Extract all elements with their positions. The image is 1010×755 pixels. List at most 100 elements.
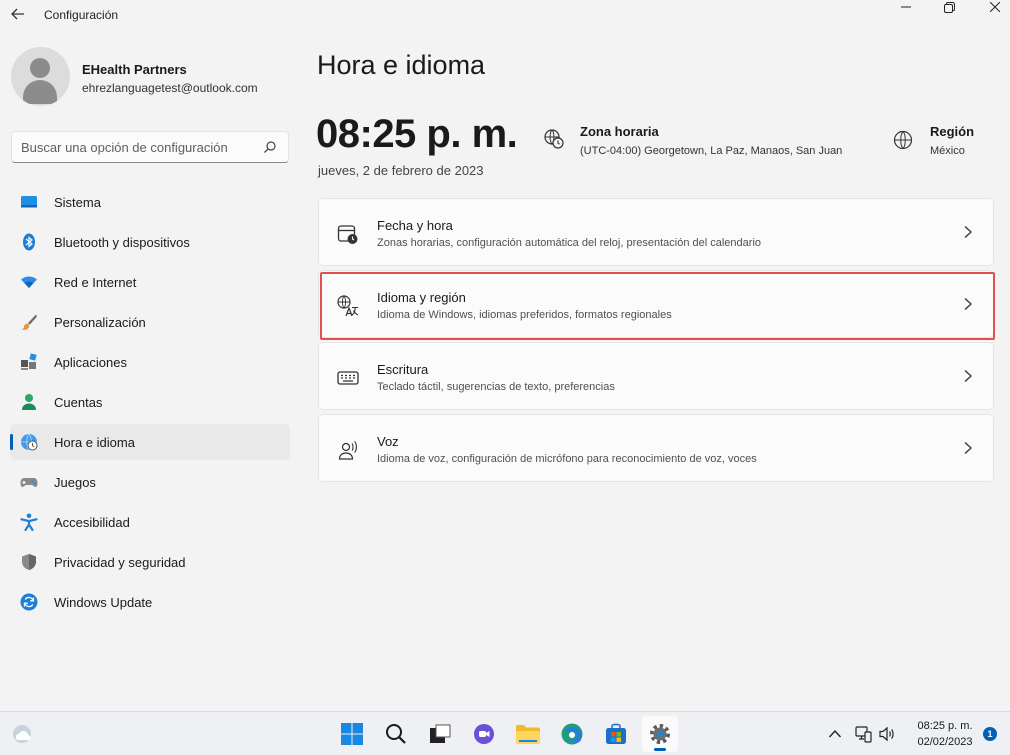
sidebar-item-label: Accesibilidad (54, 514, 130, 530)
close-button[interactable] (972, 0, 1010, 14)
sidebar-item-label: Windows Update (54, 594, 153, 610)
language-icon (337, 295, 359, 317)
task-view-button[interactable] (422, 716, 458, 752)
settings-taskbar-button[interactable] (642, 716, 678, 752)
network-button[interactable] (854, 725, 872, 743)
card-idioma-region[interactable]: Idioma y región Idioma de Windows, idiom… (318, 270, 994, 338)
store-icon (606, 723, 626, 744)
restore-icon (943, 1, 955, 13)
timezone-value: (UTC-04:00) Georgetown, La Paz, Manaos, … (580, 145, 843, 157)
back-arrow-icon (11, 8, 24, 20)
card-escritura[interactable]: Escritura Teclado táctil, sugerencias de… (318, 342, 994, 410)
globe-clock-icon (544, 129, 564, 149)
region-value: México (930, 145, 965, 157)
wifi-icon (21, 276, 37, 288)
profile-name: EHealth Partners (82, 62, 187, 77)
card-title: Fecha y hora (377, 218, 453, 233)
chevron-right-icon (964, 298, 972, 310)
card-title: Voz (377, 434, 399, 449)
taskbar-date[interactable]: 02/02/2023 (908, 736, 982, 748)
current-time: 08:25 p. m. (316, 112, 518, 156)
brush-icon (21, 314, 37, 330)
search-icon (386, 724, 406, 744)
gear-icon (650, 724, 670, 744)
sidebar-item-aplicaciones[interactable]: Aplicaciones (10, 344, 290, 380)
search-box[interactable] (11, 131, 289, 163)
sidebar-item-label: Red e Internet (54, 274, 137, 290)
region-title: Región (930, 124, 975, 139)
minimize-button[interactable] (883, 0, 929, 14)
back-button[interactable] (6, 2, 30, 26)
sidebar-item-juegos[interactable]: Juegos (10, 464, 290, 500)
accessibility-icon (20, 513, 38, 531)
card-fecha-hora[interactable]: Fecha y hora Zonas horarias, configuraci… (318, 198, 994, 266)
sidebar-item-personalizacion[interactable]: Personalización (10, 304, 290, 340)
sidebar-item-bluetooth[interactable]: Bluetooth y dispositivos (10, 224, 290, 260)
store-button[interactable] (598, 716, 634, 752)
time-language-icon (21, 433, 38, 451)
sidebar-nav: Sistema Bluetooth y dispositivos Red e I… (10, 184, 290, 624)
shield-icon (22, 554, 36, 570)
sidebar-item-label: Juegos (54, 474, 96, 490)
file-explorer-button[interactable] (510, 716, 546, 752)
current-date: jueves, 2 de febrero de 2023 (318, 163, 484, 178)
chat-button[interactable] (466, 716, 502, 752)
sidebar-item-windows-update[interactable]: Windows Update (10, 584, 290, 620)
sidebar-item-hora-idioma[interactable]: Hora e idioma (10, 424, 290, 460)
accounts-icon (22, 394, 36, 410)
volume-icon (879, 726, 894, 742)
taskbar-time[interactable]: 08:25 p. m. (908, 720, 982, 732)
windows-logo-icon (341, 723, 363, 745)
card-subtitle: Idioma de Windows, idiomas preferidos, f… (377, 309, 672, 321)
sidebar-item-accesibilidad[interactable]: Accesibilidad (10, 504, 290, 540)
task-view-icon (430, 724, 451, 743)
sidebar-item-label: Sistema (54, 194, 101, 210)
sidebar-item-sistema[interactable]: Sistema (10, 184, 290, 220)
restore-button[interactable] (926, 0, 972, 14)
search-icon[interactable] (263, 140, 277, 154)
sidebar-item-label: Privacidad y seguridad (54, 554, 186, 570)
folder-icon (516, 725, 540, 744)
weather-button[interactable] (4, 716, 40, 752)
gamepad-icon (20, 478, 38, 487)
profile-email: ehrezlanguagetest@outlook.com (82, 81, 258, 95)
sidebar-item-privacidad[interactable]: Privacidad y seguridad (10, 544, 290, 580)
calendar-clock-icon (337, 225, 358, 244)
avatar[interactable] (11, 47, 70, 106)
card-subtitle: Idioma de voz, configuración de micrófon… (377, 453, 757, 465)
title-bar: Configuración (0, 0, 1010, 30)
chevron-right-icon (964, 370, 972, 382)
system-icon (21, 196, 37, 208)
weather-icon (13, 725, 31, 743)
card-voz[interactable]: Voz Idioma de voz, configuración de micr… (318, 414, 994, 482)
edge-button[interactable] (554, 716, 590, 752)
close-icon (990, 2, 1000, 12)
taskbar: 08:25 p. m. 02/02/2023 1 (0, 711, 1010, 755)
sidebar-item-label: Hora e idioma (54, 434, 135, 450)
search-input[interactable] (21, 138, 251, 156)
avatar-head (30, 58, 50, 78)
keyboard-icon (337, 371, 359, 385)
sidebar-item-red[interactable]: Red e Internet (10, 264, 290, 300)
globe-icon (893, 130, 913, 150)
sidebar-item-label: Cuentas (54, 394, 103, 410)
show-hidden-icons-button[interactable] (826, 725, 844, 743)
card-subtitle: Teclado táctil, sugerencias de texto, pr… (377, 381, 615, 393)
start-button[interactable] (334, 716, 370, 752)
chevron-right-icon (964, 226, 972, 238)
bluetooth-icon (23, 233, 35, 251)
volume-button[interactable] (878, 725, 896, 743)
chevron-right-icon (964, 442, 972, 454)
notification-badge[interactable]: 1 (983, 727, 997, 741)
minimize-icon (901, 6, 911, 8)
speech-icon (338, 441, 357, 460)
apps-icon (21, 353, 37, 370)
sidebar-item-cuentas[interactable]: Cuentas (10, 384, 290, 420)
card-title: Escritura (377, 362, 429, 377)
update-icon (20, 593, 38, 611)
sidebar-item-label: Aplicaciones (54, 354, 127, 370)
search-taskbar-button[interactable] (378, 716, 414, 752)
window-title: Configuración (44, 8, 119, 22)
page-title: Hora e idioma (317, 50, 486, 80)
network-icon (855, 726, 872, 743)
